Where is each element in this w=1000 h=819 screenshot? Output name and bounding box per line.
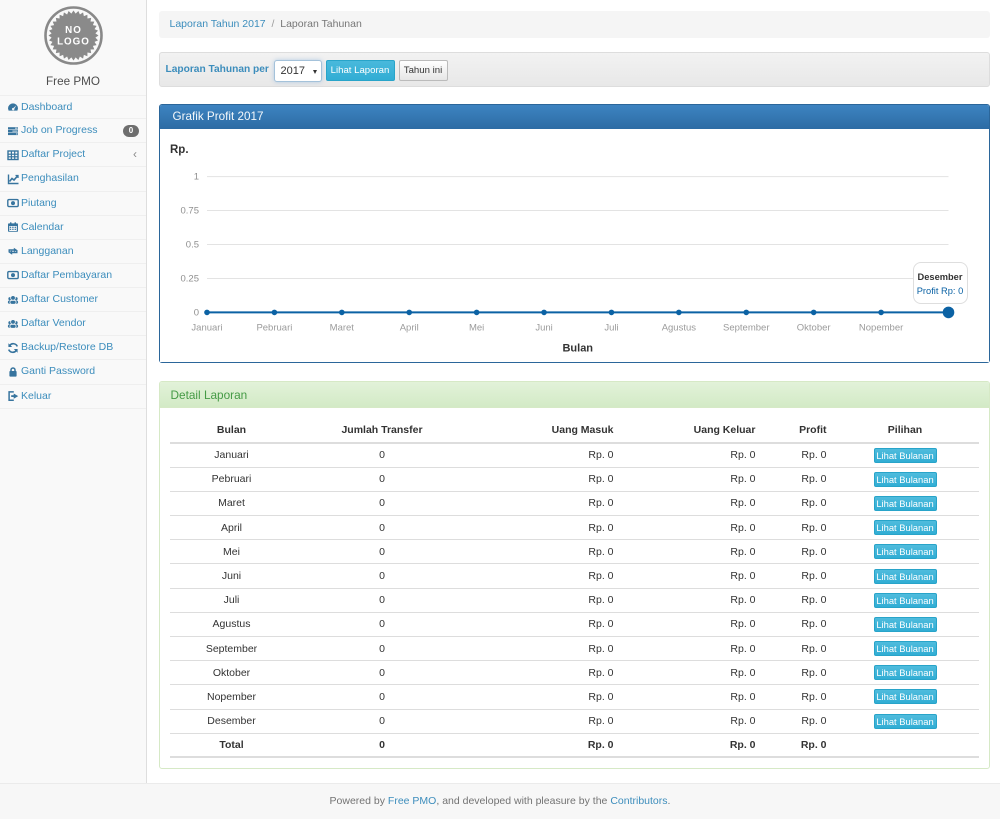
svg-text:0.75: 0.75 [180, 206, 199, 217]
svg-text:April: April [399, 322, 418, 333]
svg-text:0.5: 0.5 [185, 240, 198, 251]
svg-text:Nopember: Nopember [858, 322, 902, 333]
svg-text:Juni: Juni [535, 322, 552, 333]
svg-text:Rp.: Rp. [170, 144, 189, 156]
svg-text:Pebruari: Pebruari [256, 322, 292, 333]
svg-text:September: September [723, 322, 769, 333]
svg-text:Mei: Mei [468, 322, 483, 333]
svg-text:Januari: Januari [191, 322, 222, 333]
svg-text:0: 0 [193, 307, 198, 318]
svg-text:Bulan: Bulan [562, 342, 593, 354]
svg-text:1: 1 [193, 172, 198, 183]
svg-text:Agustus: Agustus [661, 322, 696, 333]
svg-text:LOGO: LOGO [57, 37, 90, 48]
svg-text:NO: NO [65, 25, 82, 36]
svg-text:Oktober: Oktober [796, 322, 830, 333]
svg-text:Maret: Maret [329, 322, 354, 333]
svg-text:Juli: Juli [604, 322, 618, 333]
svg-text:0.25: 0.25 [180, 273, 199, 284]
